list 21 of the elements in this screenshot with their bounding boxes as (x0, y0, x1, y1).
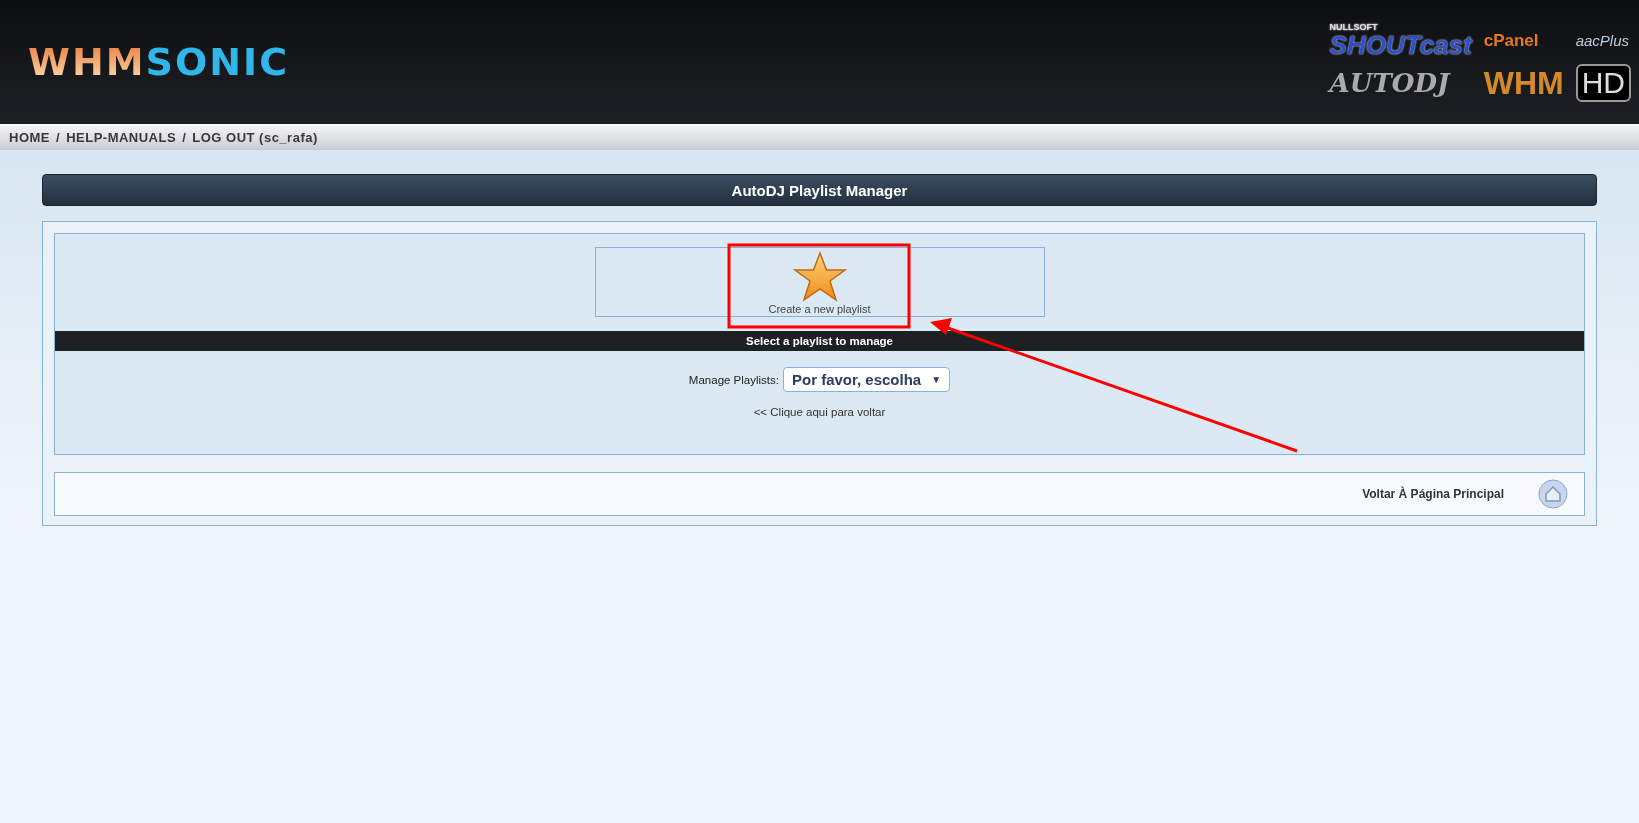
nav-link[interactable]: HOME (9, 129, 50, 145)
whmsonic-logo: WHM SONIC (28, 40, 290, 84)
nav-separator: / (56, 129, 61, 145)
partner-logo: cPanel (1483, 31, 1540, 49)
partner-logo: HD (1575, 63, 1631, 102)
section-header: Select a playlist to manage (55, 331, 1584, 351)
nav-separator: / (182, 129, 187, 145)
playlist-dropdown[interactable]: Por favor, escolha ▼ (783, 367, 951, 392)
star-icon (792, 251, 847, 303)
field-label: Manage Playlists: (688, 373, 779, 386)
nav-link[interactable]: LOG OUT (sc_rafa) (192, 129, 318, 145)
page-title: AutoDJ Playlist Manager (42, 174, 1597, 206)
create-playlist-button[interactable]: Create a new playlist (594, 247, 1045, 317)
main-page-link[interactable]: Voltar À Página Principal (1362, 487, 1504, 501)
home-icon (1538, 479, 1568, 509)
partner-logo: NULLSOFT SHOUTcast (1329, 22, 1472, 58)
penguin-logo: AUTODJ (1329, 69, 1452, 96)
partner-logo: WHM (1483, 66, 1564, 99)
back-link[interactable]: << Clique aqui para voltar (753, 406, 886, 418)
nav-link[interactable]: HELP-MANUALS (66, 129, 177, 145)
partner-logo: aacPlus (1575, 32, 1631, 48)
